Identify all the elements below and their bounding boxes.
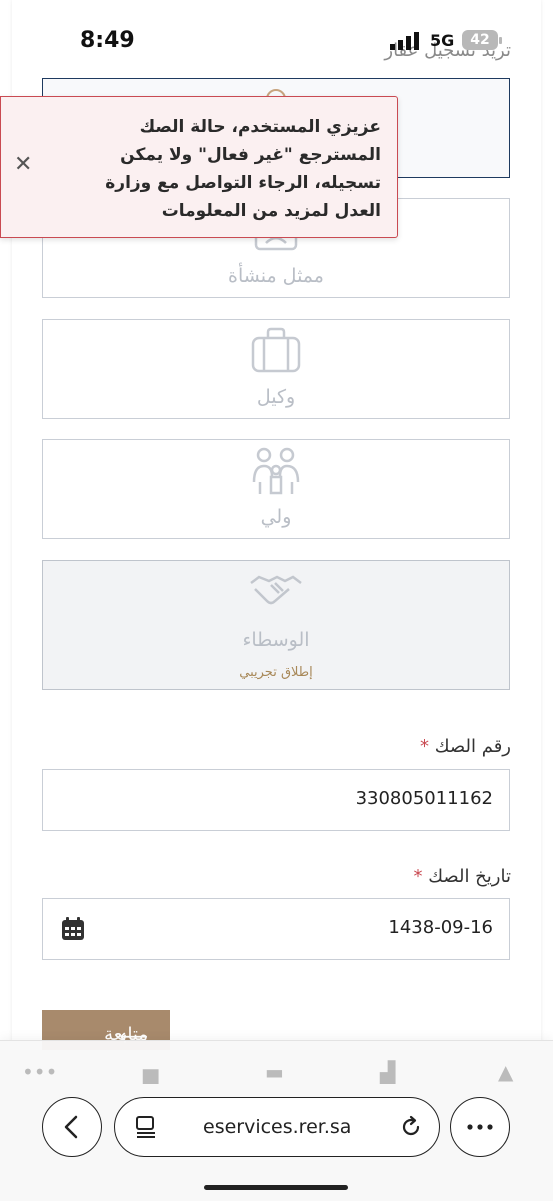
battery-icon: 42 <box>462 30 498 50</box>
address-bar[interactable]: eservices.rer.sa <box>114 1097 440 1157</box>
option-card-brokers[interactable]: الوسطاء إطلاق تجريبي <box>42 560 510 690</box>
chevron-left-icon <box>64 1115 78 1139</box>
more-options-button[interactable] <box>450 1097 510 1157</box>
page-menu-icon[interactable] <box>135 1115 157 1139</box>
signal-icon <box>390 32 419 50</box>
deed-date-input[interactable]: 1438-09-16 <box>42 898 510 960</box>
reload-icon[interactable] <box>399 1115 423 1139</box>
option-label: ولي <box>260 506 292 528</box>
deed-number-input[interactable]: 330805011162 <box>42 769 510 831</box>
option-card-guardian[interactable]: ولي <box>42 439 510 539</box>
back-button[interactable] <box>42 1097 102 1157</box>
deed-number-label: رقم الصك * <box>420 736 511 757</box>
truck-icon[interactable]: ▅ <box>143 1060 158 1084</box>
site-bottom-nav: ••• ▅ ▬ ▟ ▲ <box>0 1060 553 1090</box>
network-type: 5G <box>430 31 455 50</box>
option-card-agent[interactable]: وكيل <box>42 319 510 419</box>
deed-number-value: 330805011162 <box>355 788 493 809</box>
document-icon[interactable]: ▬ <box>265 1060 284 1084</box>
close-icon[interactable]: ✕ <box>14 152 32 177</box>
calendar-icon[interactable] <box>61 917 85 941</box>
beta-badge: إطلاق تجريبي <box>239 665 313 680</box>
error-alert: عزيزي المستخدم، حالة الصك المسترجع "غير … <box>0 96 398 238</box>
deed-date-value: 1438-09-16 <box>388 917 493 938</box>
ellipsis-icon <box>467 1124 493 1130</box>
family-icon <box>252 447 300 495</box>
handshake-icon <box>250 575 302 605</box>
url-text: eservices.rer.sa <box>203 1116 352 1138</box>
option-label: ممثل منشأة <box>228 265 324 287</box>
briefcase-icon <box>251 327 301 373</box>
alert-message: عزيزي المستخدم، حالة الصك المسترجع "غير … <box>105 117 381 221</box>
option-label: الوسطاء <box>242 629 310 651</box>
status-bar: 8:49 5G 42 <box>0 0 553 70</box>
more-icon[interactable]: ••• <box>22 1060 57 1084</box>
home-indicator <box>204 1185 348 1190</box>
deed-date-label: تاريخ الصك * <box>413 866 511 887</box>
status-time: 8:49 <box>80 28 135 53</box>
building-icon[interactable]: ▟ <box>380 1060 395 1084</box>
home-icon[interactable]: ▲ <box>498 1060 513 1084</box>
option-label: وكيل <box>256 386 296 408</box>
battery-tip <box>499 37 502 44</box>
